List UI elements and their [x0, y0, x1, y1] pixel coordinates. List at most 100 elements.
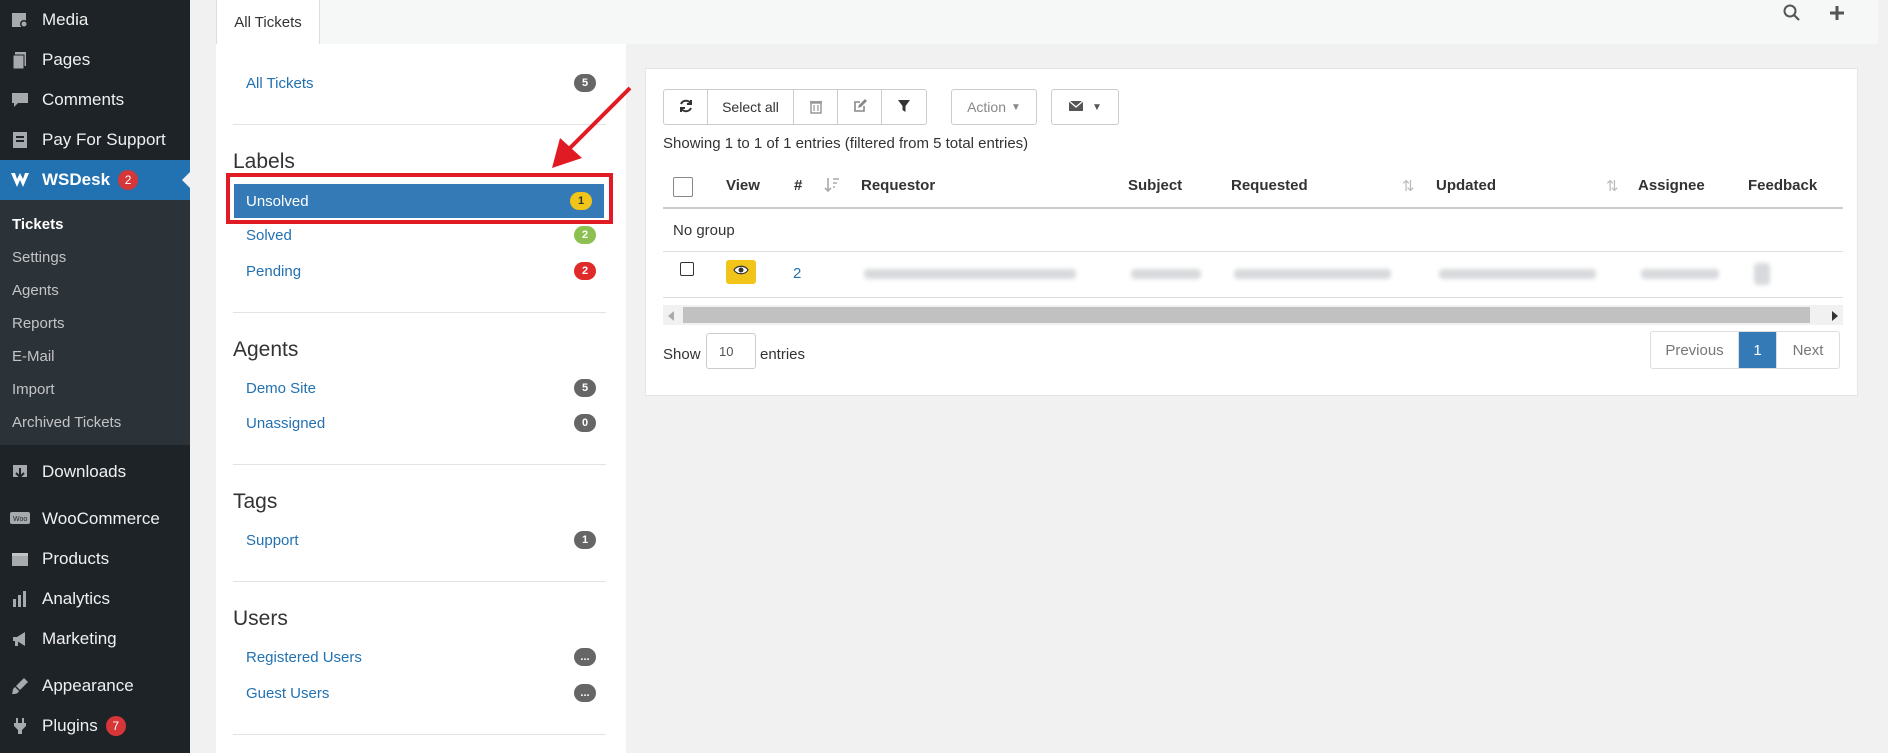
menu-label: Media — [42, 10, 89, 29]
filter-label-pending[interactable]: Pending 2 — [246, 262, 596, 280]
filter-label[interactable]: Unassigned — [246, 415, 325, 432]
menu-item-comments[interactable]: Comments — [0, 80, 190, 120]
search-icon[interactable] — [1781, 2, 1803, 24]
submenu-email[interactable]: E-Mail — [0, 340, 190, 373]
analytics-icon — [8, 587, 32, 611]
media-icon — [8, 8, 32, 32]
email-button[interactable]: ▼ — [1052, 90, 1118, 124]
plugins-count-badge: 7 — [105, 716, 126, 736]
column-subject[interactable]: Subject — [1128, 177, 1182, 194]
add-icon[interactable] — [1826, 2, 1848, 24]
sort-both-icon[interactable]: ⇅ — [1606, 177, 1619, 195]
submenu-reports[interactable]: Reports — [0, 307, 190, 340]
action-dropdown[interactable]: Action ▼ — [951, 89, 1037, 125]
ticket-tab-bar: All Tickets — [216, 0, 1878, 44]
filter-agent-unassigned[interactable]: Unassigned 0 — [246, 414, 596, 432]
bulk-edit-button[interactable] — [838, 90, 882, 124]
filter-label[interactable]: Solved — [246, 227, 292, 244]
menu-item-plugins[interactable]: Plugins 7 — [0, 706, 190, 746]
column-view: View — [726, 177, 760, 194]
menu-item-analytics[interactable]: Analytics — [0, 579, 190, 619]
column-requested[interactable]: Requested — [1231, 177, 1308, 194]
group-label: No group — [673, 222, 735, 239]
menu-label: Analytics — [42, 589, 111, 608]
scroll-left-icon[interactable] — [667, 309, 675, 327]
submenu-archived-tickets[interactable]: Archived Tickets — [0, 406, 190, 439]
tags-heading: Tags — [233, 490, 278, 513]
previous-page-button[interactable]: Previous — [1651, 332, 1739, 368]
comments-icon — [8, 88, 32, 112]
downloads-icon — [8, 460, 32, 484]
filter-guest-users[interactable]: Guest Users ... — [246, 684, 596, 702]
table-horizontal-scrollbar[interactable] — [663, 305, 1843, 325]
eye-icon — [733, 263, 749, 281]
entries-per-page-input[interactable]: 10 — [706, 333, 756, 369]
count-badge: 5 — [574, 379, 596, 397]
edit-icon — [852, 98, 868, 117]
next-page-button[interactable]: Next — [1777, 332, 1839, 368]
envelope-icon — [1068, 99, 1084, 115]
scroll-right-icon[interactable] — [1831, 309, 1839, 327]
ticket-toolbar: Select all — [663, 89, 927, 125]
page-1-button[interactable]: 1 — [1739, 332, 1777, 368]
filter-label[interactable]: All Tickets — [246, 75, 314, 92]
submenu-agents[interactable]: Agents — [0, 274, 190, 307]
filter-tag-support[interactable]: Support 1 — [246, 531, 596, 549]
menu-item-woocommerce[interactable]: Woo WooCommerce — [0, 499, 190, 539]
column-assignee[interactable]: Assignee — [1638, 177, 1705, 194]
divider — [233, 464, 606, 465]
column-number[interactable]: # — [794, 177, 802, 194]
assignee-value-redacted — [1641, 269, 1719, 279]
submenu-import[interactable]: Import — [0, 373, 190, 406]
menu-label: WooCommerce — [42, 509, 160, 528]
users-heading: Users — [233, 607, 288, 630]
filter-registered-users[interactable]: Registered Users ... — [246, 648, 596, 666]
select-all-checkbox[interactable] — [673, 177, 693, 197]
sort-desc-icon[interactable] — [824, 177, 840, 197]
menu-item-appearance[interactable]: Appearance — [0, 666, 190, 706]
count-badge: 1 — [574, 531, 596, 549]
menu-item-wsdesk[interactable]: WSDesk 2 — [0, 160, 190, 200]
menu-item-media[interactable]: Media — [0, 0, 190, 40]
filter-agent-demo-site[interactable]: Demo Site 5 — [246, 379, 596, 397]
menu-item-downloads[interactable]: Downloads — [0, 452, 190, 492]
delete-button[interactable] — [794, 90, 838, 124]
menu-item-pay-for-support[interactable]: Pay For Support — [0, 120, 190, 160]
svg-text:Woo: Woo — [13, 516, 27, 523]
divider — [233, 581, 606, 582]
filter-label-solved[interactable]: Solved 2 — [246, 226, 596, 244]
menu-item-marketing[interactable]: Marketing — [0, 619, 190, 659]
column-updated[interactable]: Updated — [1436, 177, 1496, 194]
filter-button[interactable] — [882, 90, 926, 124]
feedback-value-redacted — [1754, 263, 1770, 285]
email-dropdown[interactable]: ▼ — [1051, 89, 1119, 125]
menu-label: Pay For Support — [42, 130, 166, 149]
menu-item-pages[interactable]: Pages — [0, 40, 190, 80]
menu-label: Appearance — [42, 676, 134, 695]
select-all-button[interactable]: Select all — [708, 90, 794, 124]
labels-heading: Labels — [233, 150, 295, 173]
scroll-thumb[interactable] — [683, 307, 1810, 323]
sort-both-icon[interactable]: ⇅ — [1402, 177, 1415, 195]
menu-item-products[interactable]: Products — [0, 539, 190, 579]
filter-label[interactable]: Support — [246, 532, 299, 549]
tab-all-tickets[interactable]: All Tickets — [216, 0, 320, 44]
view-ticket-button[interactable] — [726, 260, 756, 284]
action-button[interactable]: Action ▼ — [952, 90, 1036, 124]
column-requestor[interactable]: Requestor — [861, 177, 935, 194]
filter-label[interactable]: Guest Users — [246, 685, 329, 702]
menu-label: Marketing — [42, 629, 117, 648]
submenu-tickets[interactable]: Tickets — [0, 208, 190, 241]
submenu-settings[interactable]: Settings — [0, 241, 190, 274]
filter-label[interactable]: Registered Users — [246, 649, 362, 666]
count-badge: ... — [574, 648, 596, 666]
filter-label[interactable]: Demo Site — [246, 380, 316, 397]
row-checkbox[interactable] — [680, 262, 694, 276]
caret-down-icon: ▼ — [1092, 101, 1102, 113]
ticket-number-link[interactable]: 2 — [793, 265, 801, 282]
entries-label: entries — [760, 346, 806, 363]
wsdesk-count-badge: 2 — [118, 170, 139, 190]
column-feedback[interactable]: Feedback — [1748, 177, 1817, 194]
refresh-button[interactable] — [664, 90, 708, 124]
filter-label[interactable]: Pending — [246, 263, 301, 280]
